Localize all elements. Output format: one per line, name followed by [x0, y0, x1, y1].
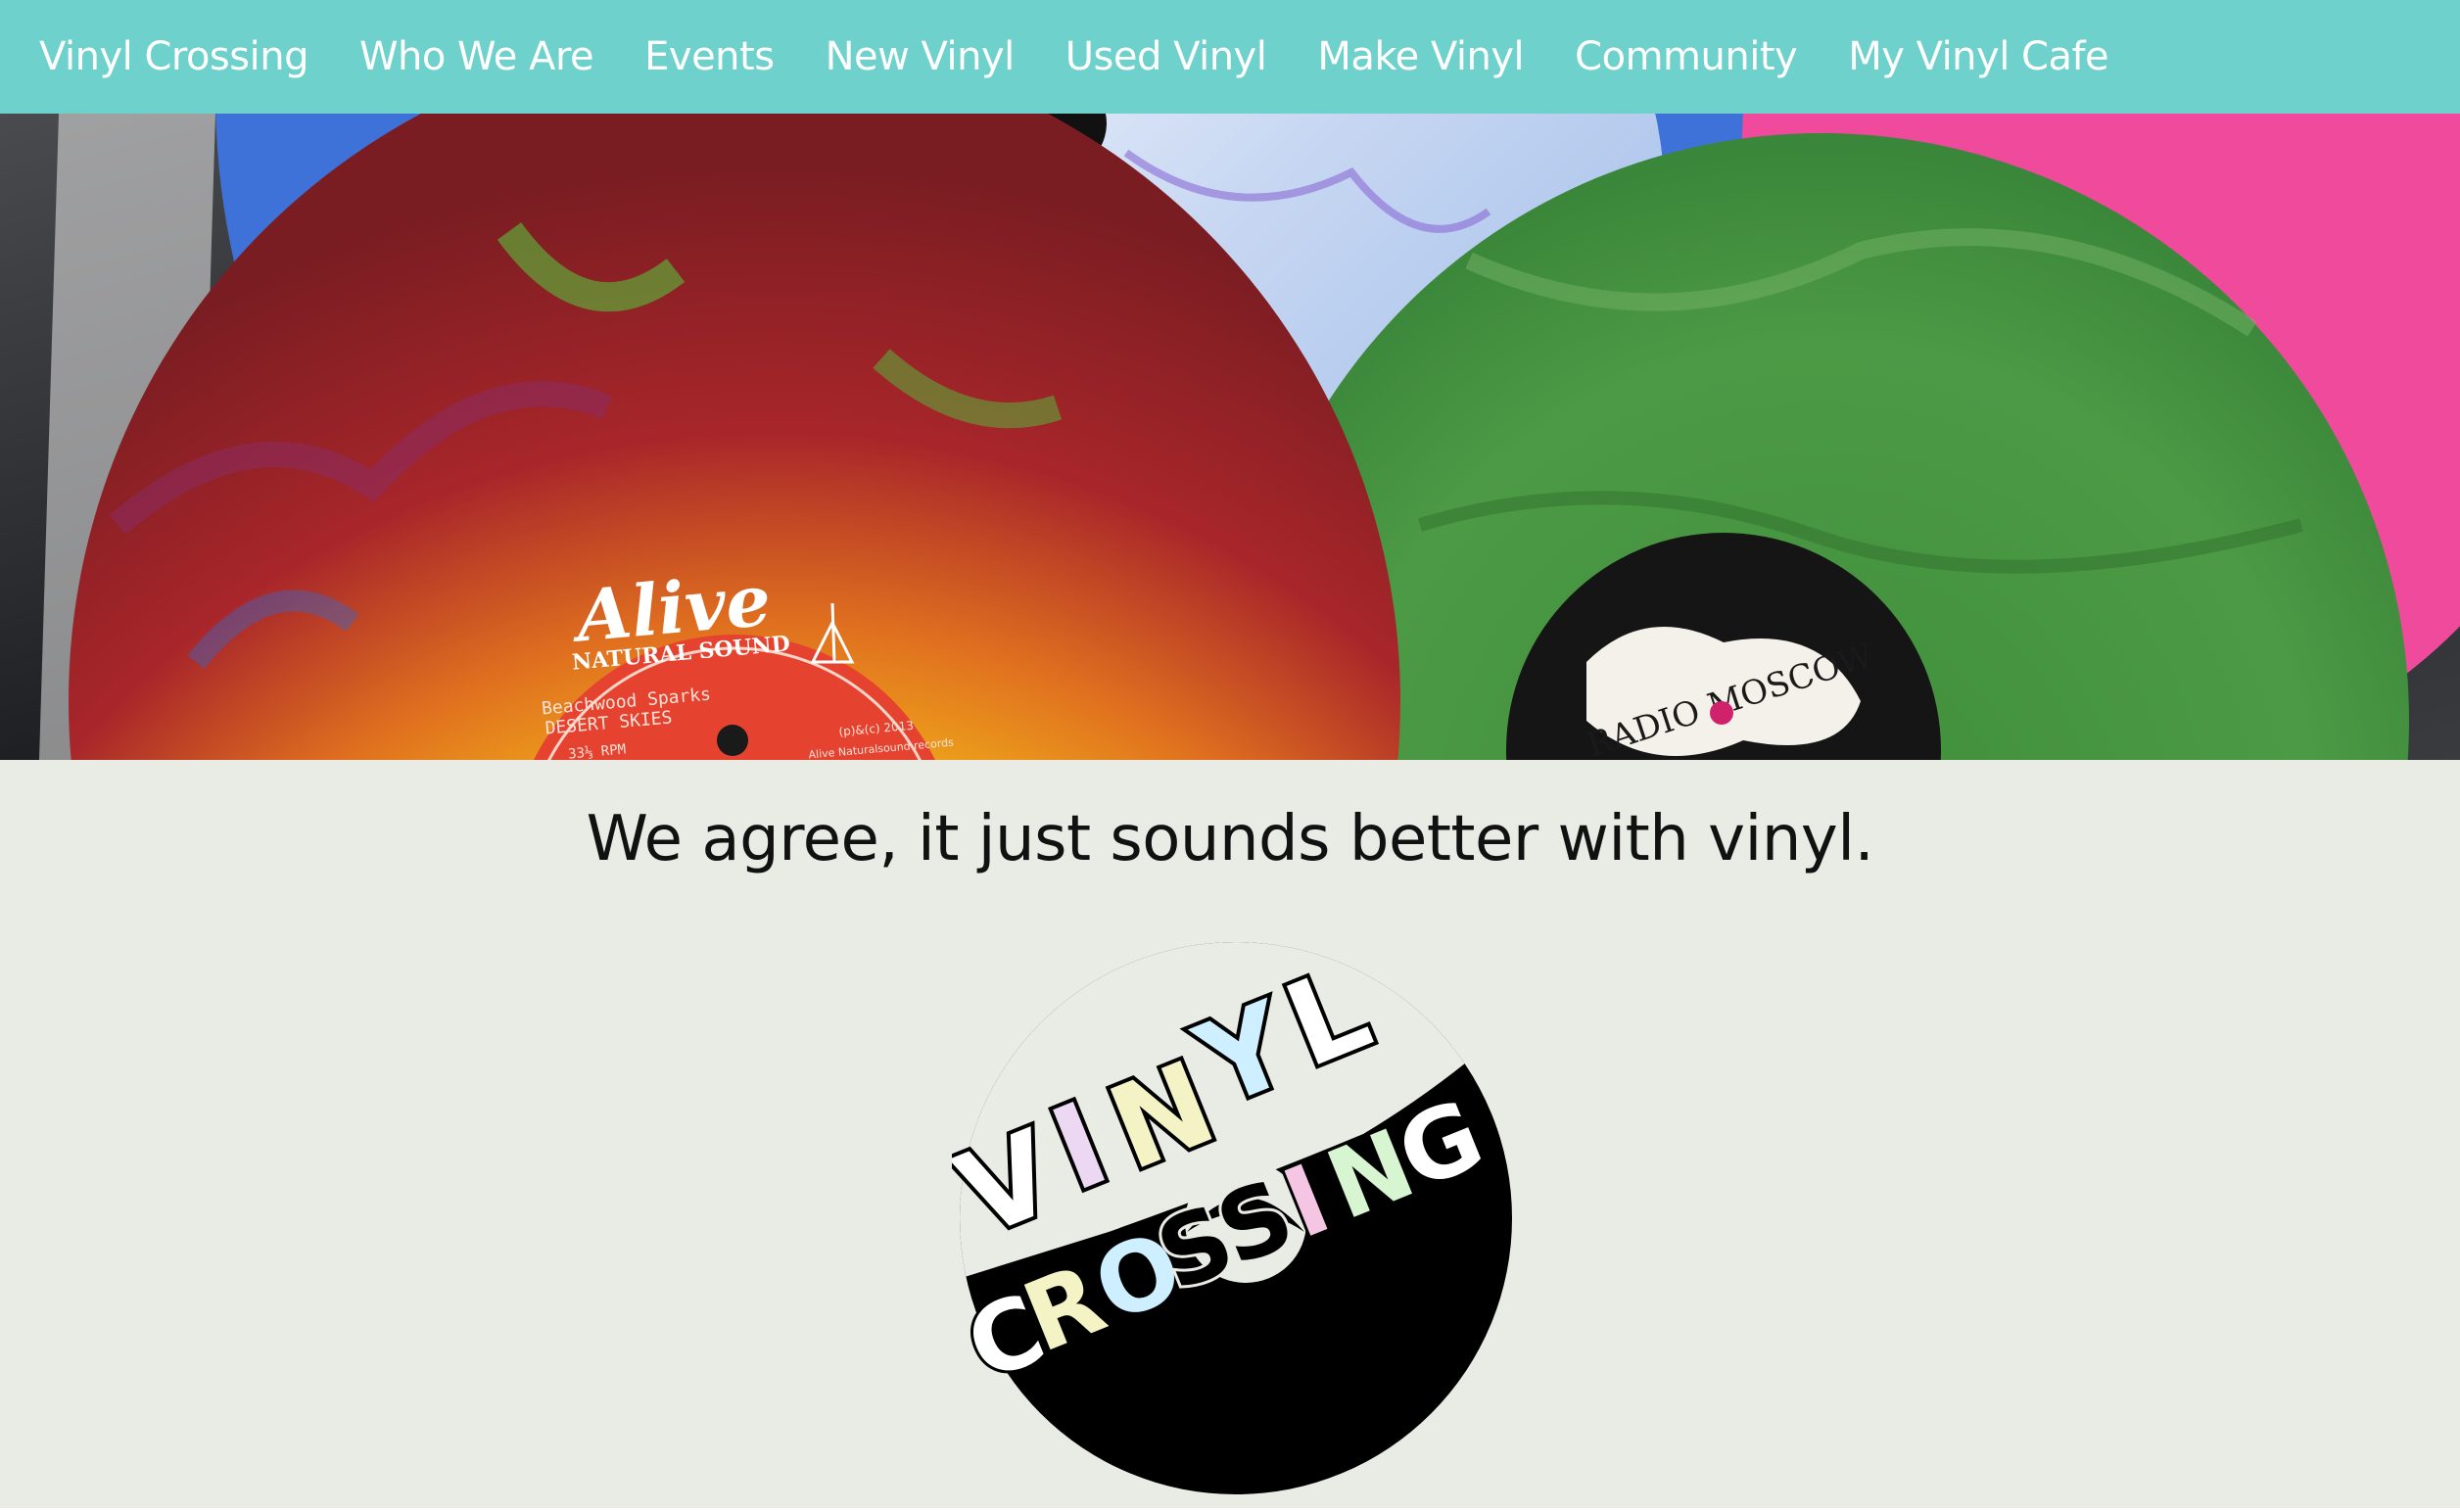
vinyl-crossing-logo: V I N Y L C R O S S I N G — [935, 937, 1539, 1506]
nav-my-vinyl-cafe[interactable]: My Vinyl Cafe — [1848, 34, 2108, 79]
nav-used-vinyl[interactable]: Used Vinyl — [1065, 34, 1267, 79]
nav-events[interactable]: Events — [644, 34, 775, 79]
hero-vinyl-image: RADIO MOSCOW Alive NATURAL SOUND Beachwo… — [0, 114, 2460, 760]
nav-home-link[interactable]: Vinyl Crossing — [39, 34, 308, 79]
footer-divider — [0, 1508, 2460, 1512]
tagline: We agree, it just sounds better with vin… — [586, 803, 1874, 875]
nav-new-vinyl[interactable]: New Vinyl — [826, 34, 1016, 79]
nav-community[interactable]: Community — [1575, 34, 1798, 79]
nav-make-vinyl[interactable]: Make Vinyl — [1317, 34, 1524, 79]
main-navigation: Vinyl Crossing Who We Are Events New Vinyl U… — [0, 0, 2460, 114]
nav-who-we-are[interactable]: Who We Are — [359, 34, 594, 79]
